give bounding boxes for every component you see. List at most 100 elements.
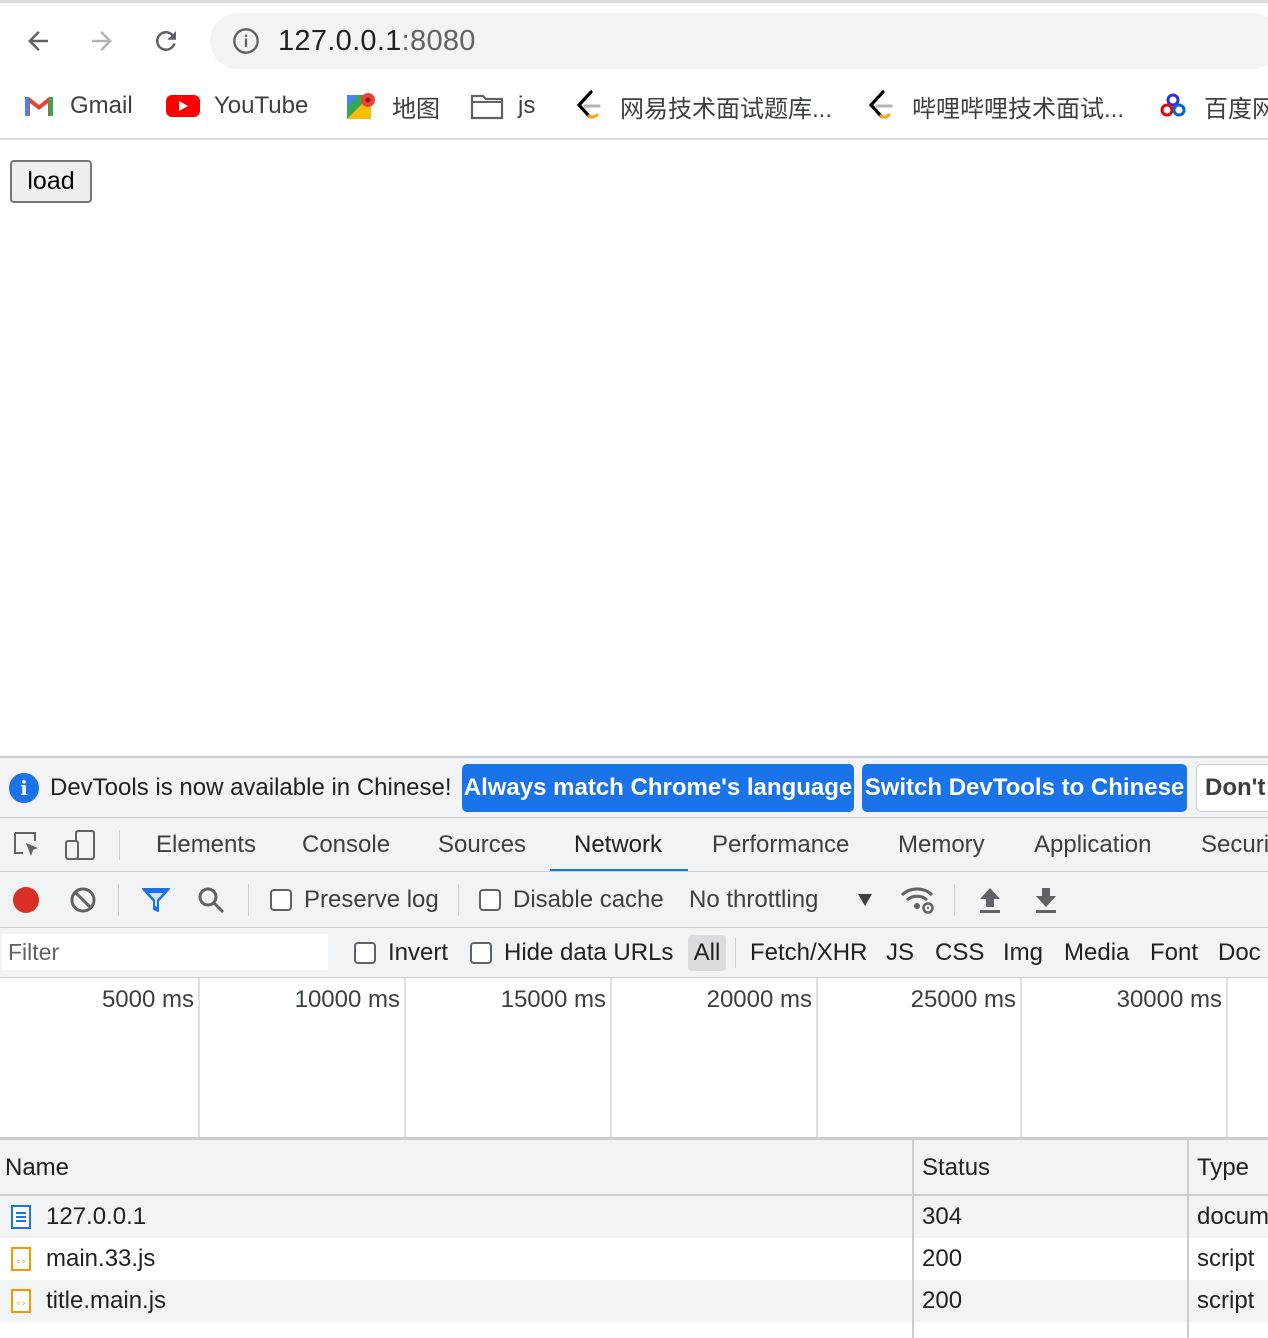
toolbar-divider (735, 938, 736, 968)
leetcode-icon (572, 89, 606, 123)
toolbar-divider (118, 884, 119, 916)
switch-to-chinese-button[interactable]: Switch DevTools to Chinese (862, 764, 1187, 812)
inspect-cursor-icon (14, 831, 38, 856)
type-filter-css[interactable]: CSS (935, 928, 984, 977)
leetcode-icon (864, 89, 898, 123)
checkbox-box[interactable] (354, 942, 376, 964)
always-match-language-button[interactable]: Always match Chrome's language (462, 764, 854, 812)
type-filter-js[interactable]: JS (886, 928, 914, 977)
request-name: title.main.js (46, 1287, 167, 1314)
baidu-icon (1156, 89, 1190, 123)
column-divider[interactable] (1187, 1140, 1189, 1196)
checkbox-box[interactable] (270, 889, 292, 911)
filter-toggle-button[interactable] (140, 872, 172, 927)
download-icon (1036, 888, 1056, 913)
column-divider[interactable] (912, 1196, 914, 1338)
bookmark-label: YouTube (214, 92, 309, 119)
browser-toolbar: 127.0.0.1:8080 (0, 0, 1268, 76)
youtube-icon (166, 89, 200, 123)
requests-table-body: 127.0.0.1 304 docum ‹› main.33.js 200 sc… (0, 1196, 1268, 1338)
filter-input[interactable] (2, 934, 328, 970)
tab-sources[interactable]: Sources (438, 818, 526, 871)
disable-cache-label: Disable cache (513, 886, 664, 913)
arrow-right-icon (92, 31, 112, 51)
bookmark-netease-interview[interactable]: 网易技术面试题库... (572, 86, 832, 126)
checkbox-box[interactable] (479, 889, 501, 911)
bookmark-maps[interactable]: 地图 (344, 86, 440, 126)
type-filter-img[interactable]: Img (1003, 928, 1043, 977)
tab-network[interactable]: Network (574, 818, 662, 871)
reload-icon (156, 30, 176, 51)
dont-show-again-button[interactable]: Don't (1196, 764, 1268, 812)
request-type: docum (1197, 1203, 1268, 1230)
type-filter-media[interactable]: Media (1064, 928, 1129, 977)
info-circle-icon[interactable] (232, 27, 260, 60)
type-filter-doc[interactable]: Doc (1218, 928, 1261, 977)
forward-button[interactable] (82, 21, 122, 61)
tab-memory[interactable]: Memory (898, 818, 985, 871)
clear-icon (70, 887, 96, 913)
bookmark-folder-js[interactable]: js (470, 86, 535, 126)
table-row[interactable]: ‹› main.33.js 200 script (0, 1238, 1268, 1280)
toolbar-divider (458, 884, 459, 916)
load-button[interactable]: load (10, 160, 92, 203)
bookmark-label: 地图 (392, 95, 440, 123)
request-status: 304 (922, 1203, 963, 1230)
url-host: 127.0.0.1 (278, 25, 402, 57)
invert-checkbox[interactable]: Invert (354, 928, 449, 977)
timeline-gridline (404, 978, 406, 1137)
column-divider[interactable] (1187, 1196, 1189, 1338)
export-har-button[interactable] (1032, 872, 1060, 927)
device-mode-icon (65, 829, 95, 860)
type-filter-font[interactable]: Font (1150, 928, 1198, 977)
table-row[interactable]: ‹› title.main.js 200 script (0, 1280, 1268, 1322)
back-button[interactable] (18, 21, 58, 61)
throttling-select[interactable]: No throttling (689, 872, 879, 927)
bookmark-bilibili-interview[interactable]: 哔哩哔哩技术面试... (864, 86, 1124, 126)
timeline-tick-label: 25000 ms (910, 986, 1016, 1013)
maps-icon (344, 89, 378, 123)
inspect-element-button[interactable] (12, 818, 42, 871)
checkbox-box[interactable] (470, 942, 492, 964)
timeline-gridline (198, 978, 200, 1137)
import-har-button[interactable] (976, 872, 1004, 927)
type-filter-fetch-xhr[interactable]: Fetch/XHR (750, 928, 867, 977)
column-header-type[interactable]: Type (1197, 1140, 1249, 1196)
type-filter-all[interactable]: All (688, 935, 726, 971)
preserve-log-checkbox[interactable]: Preserve log (270, 872, 439, 927)
table-row[interactable]: 127.0.0.1 304 docum (0, 1196, 1268, 1238)
wifi-settings-icon (900, 887, 934, 914)
upload-icon (980, 888, 1000, 913)
column-header-name[interactable]: Name (5, 1140, 69, 1196)
invert-label: Invert (388, 939, 449, 966)
bookmark-label: 网易技术面试题库... (620, 95, 833, 123)
bookmarks-bar: Gmail YouTube 地图 js 网易技术面试题库... 哔哩哔哩技术面试… (0, 76, 1268, 140)
column-divider[interactable] (912, 1140, 914, 1196)
tab-security[interactable]: Securi (1201, 818, 1268, 871)
tab-elements[interactable]: Elements (156, 818, 256, 871)
tab-performance[interactable]: Performance (712, 818, 849, 871)
devtools-tab-bar: Elements Console Sources Network Perform… (0, 818, 1268, 872)
bookmark-gmail[interactable]: Gmail (22, 86, 133, 126)
record-button[interactable] (10, 872, 42, 927)
bookmark-baidu[interactable]: 百度网 (1156, 86, 1268, 126)
reload-button[interactable] (146, 21, 186, 61)
search-button[interactable] (196, 872, 226, 927)
disable-cache-checkbox[interactable]: Disable cache (479, 872, 664, 927)
request-name: 127.0.0.1 (46, 1203, 147, 1230)
tab-application[interactable]: Application (1034, 818, 1151, 871)
bookmark-label: 哔哩哔哩技术面试... (912, 95, 1125, 123)
tab-console[interactable]: Console (302, 818, 390, 871)
request-type: script (1197, 1245, 1255, 1272)
clear-button[interactable] (68, 872, 98, 927)
url-text[interactable]: 127.0.0.1:8080 (278, 25, 476, 58)
device-toolbar-button[interactable] (64, 818, 98, 871)
column-header-status[interactable]: Status (922, 1140, 990, 1196)
address-bar[interactable]: 127.0.0.1:8080 (210, 13, 1268, 69)
filter-funnel-icon (142, 888, 170, 912)
timeline-gridline (1020, 978, 1022, 1137)
network-conditions-button[interactable] (900, 872, 936, 927)
hide-data-urls-checkbox[interactable]: Hide data URLs (470, 928, 673, 977)
bookmark-youtube[interactable]: YouTube (166, 86, 308, 126)
network-overview-timeline[interactable]: 5000 ms 10000 ms 15000 ms 20000 ms 25000… (0, 978, 1268, 1140)
